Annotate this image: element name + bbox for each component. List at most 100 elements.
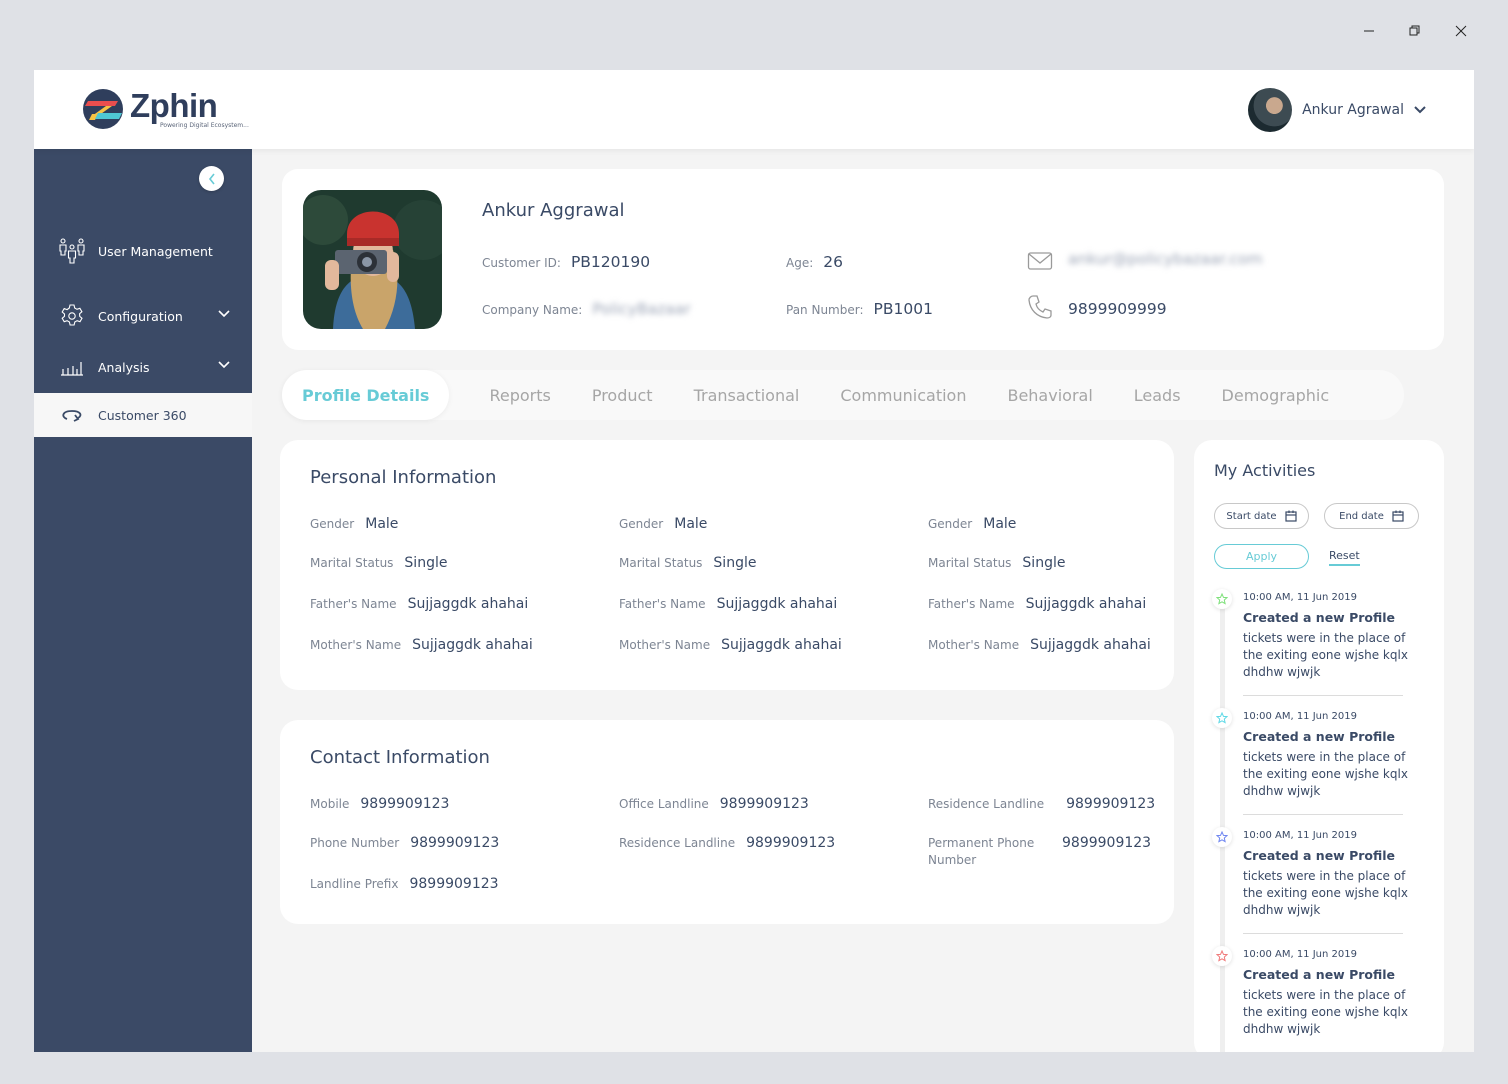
info-row: Mother's Name Sujjaggdk ahahai [619,637,842,653]
sidebar-item-user-management[interactable]: User Management [34,229,252,273]
activity-description: tickets were in the place of the exiting… [1243,869,1408,917]
users-icon [58,237,86,265]
info-label: Father's Name [310,597,397,611]
gear-icon [58,302,86,330]
customer-id-value: PB120190 [570,253,651,271]
start-date-picker[interactable]: Start date [1214,503,1309,529]
restore-icon [1409,25,1420,36]
tab-product[interactable]: Product [592,370,653,420]
mail-icon [1027,252,1053,270]
chevron-down-icon [218,310,230,318]
user-name: Ankur Agrawal [1302,102,1404,118]
customer-id-field: Customer ID: PB120190 [482,253,650,271]
customer-photo [303,190,442,329]
info-value: 9899909123 [719,796,809,812]
info-row: Phone Number 9899909123 [310,835,499,851]
info-value: 9899909123 [409,876,499,892]
tab-behavioral[interactable]: Behavioral [1007,370,1092,420]
activity-title: Created a new Profile [1243,967,1396,982]
sidebar-item-analysis[interactable]: Analysis [34,345,252,389]
app-window: Zphin Powering Digital Ecosystem... Anku… [34,70,1474,1052]
company-field: Company Name: PolicyBazaar [482,300,691,318]
info-label: Mobile [310,797,350,811]
info-label: Father's Name [619,597,706,611]
company-value: PolicyBazaar [592,300,691,318]
tab-leads[interactable]: Leads [1134,370,1181,420]
tab-transactional[interactable]: Transactional [694,370,800,420]
logo-mark-icon [83,89,123,129]
info-label: Mother's Name [310,638,402,652]
info-label: Father's Name [928,597,1015,611]
tab-demographic[interactable]: Demographic [1222,370,1330,420]
info-label: Landline Prefix [310,877,399,891]
sidebar-item-customer-360[interactable]: Customer 360 [34,393,252,437]
sidebar-item-configuration[interactable]: Configuration [34,294,252,338]
info-value: Sujjaggdk ahahai [412,637,533,653]
info-row: Office Landline 9899909123 [619,796,809,812]
info-value: 9899909123 [1066,796,1156,812]
email-value: ankur@policybazaar.com [1068,250,1263,268]
activity-dot [1212,946,1232,966]
sidebar-item-label: Configuration [98,308,183,324]
calendar-icon [1284,510,1297,522]
star-icon [1216,593,1228,605]
info-row: Permanent Phone Number 9899909123 [928,835,1151,869]
sidebar-item-label: Analysis [98,359,150,375]
user-avatar [1248,88,1293,132]
activity-title: Created a new Profile [1243,610,1396,625]
restore-button[interactable] [1392,18,1438,44]
info-row: Marital Status Single [619,555,756,571]
top-bar: Zphin Powering Digital Ecosystem... Anku… [34,70,1474,149]
activity-dot [1212,827,1232,847]
activities-title: My Activities [1214,461,1316,480]
info-row: Father's Name Sujjaggdk ahahai [619,596,837,612]
section-title: Personal Information [310,467,497,488]
star-icon [1216,950,1228,962]
info-label: Marital Status [928,556,1012,570]
info-value: Sujjaggdk ahahai [407,596,529,612]
pan-value: PB1001 [873,300,933,318]
logo[interactable]: Zphin Powering Digital Ecosystem... [82,88,249,130]
section-title: Contact Information [310,747,490,768]
info-value: Male [674,516,708,532]
tab-profile-details[interactable]: Profile Details [282,370,450,420]
info-row: Residence Landline 9899909123 [619,835,835,851]
personal-information-section: Personal Information Gender Male Marital … [280,440,1174,690]
minimize-button[interactable] [1346,18,1392,44]
info-value: Single [713,555,757,571]
apply-button[interactable]: Apply [1214,544,1309,569]
pan-label: Pan Number: [786,303,864,317]
close-button[interactable] [1438,18,1484,44]
info-value: Sujjaggdk ahahai [1025,596,1147,612]
info-row: Residence Landline 9899909123 [928,796,1155,812]
activity-title: Created a new Profile [1243,848,1396,863]
sidebar: User Management Configuration Analysis C… [34,149,252,1052]
end-date-picker[interactable]: End date [1324,503,1419,529]
divider [1243,933,1403,934]
info-label: Mother's Name [619,638,711,652]
tab-reports[interactable]: Reports [489,370,550,420]
divider [1243,695,1403,696]
info-row: Landline Prefix 9899909123 [310,876,499,892]
tab-communication[interactable]: Communication [840,370,966,420]
info-value: Male [983,516,1017,532]
activity-description: tickets were in the place of the exiting… [1243,750,1408,798]
info-label: Mother's Name [928,638,1020,652]
star-icon [1216,712,1228,724]
logo-text: Zphin [130,87,218,124]
info-label: Gender [310,517,355,531]
company-label: Company Name: [482,303,583,317]
age-label: Age: [786,256,814,270]
info-label: Gender [928,517,973,531]
sidebar-item-label: Customer 360 [98,407,187,423]
info-label: Residence Landline [619,836,736,850]
info-row: Gender Male [619,516,707,532]
chevron-left-icon [208,173,215,184]
chevron-down-icon [1414,106,1426,114]
info-value: Male [365,516,399,532]
reset-button[interactable]: Reset [1329,549,1360,566]
info-row: Marital Status Single [928,555,1065,571]
info-value: Single [1022,555,1066,571]
user-menu[interactable]: Ankur Agrawal [1248,88,1426,132]
collapse-sidebar-button[interactable] [199,166,224,191]
